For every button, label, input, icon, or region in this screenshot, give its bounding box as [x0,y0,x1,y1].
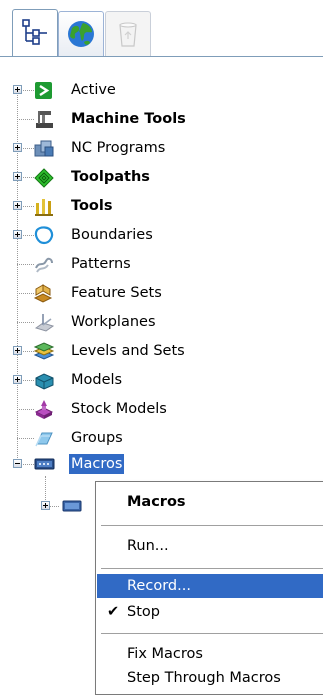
tree-item-label: Macros [69,454,125,474]
macro-folder-icon [62,500,82,512]
tree-item-groups[interactable]: Groups [0,426,323,452]
menu-separator [101,568,323,569]
stock-models-icon [34,400,54,419]
tree-item-label: Groups [71,430,123,446]
groups-icon [35,432,53,447]
tree-item-machine-tools[interactable]: Machine Tools [0,107,323,133]
tools-icon [35,199,53,216]
menu-item-label: Stop [127,604,160,620]
tab-recycle-bin[interactable] [105,11,151,56]
boundaries-icon [34,226,54,245]
tab-globe[interactable] [58,11,104,56]
tree-item-levels-and-sets[interactable]: Levels and Sets [0,339,323,365]
expand-icon[interactable] [13,230,22,239]
recycle-bin-icon [119,22,137,47]
collapse-icon[interactable] [13,459,22,468]
patterns-icon [35,257,53,273]
menu-item-stop[interactable]: ✔ Stop [97,600,323,624]
tree-item-label: Feature Sets [71,285,162,301]
tree-item-workplanes[interactable]: Workplanes [0,310,323,336]
expand-icon[interactable] [13,85,22,94]
tree-item-label: Tools [71,198,113,214]
expand-icon[interactable] [13,143,22,152]
levels-sets-icon [33,342,55,360]
workplanes-icon [34,314,55,332]
expand-icon[interactable] [13,172,22,181]
macros-icon [34,458,55,470]
menu-item-step-through-macros[interactable]: Step Through Macros [97,666,323,690]
expand-icon[interactable] [13,346,22,355]
tree-item-label: NC Programs [71,140,166,156]
tree-item-patterns[interactable]: Patterns [0,252,323,278]
tree-item-label: Levels and Sets [71,343,185,359]
models-icon [35,373,54,390]
menu-item-run[interactable]: Run... [97,534,323,558]
expand-icon[interactable] [13,201,22,210]
tree-item-label: Toolpaths [71,169,150,185]
tree-item-label: Models [71,372,123,388]
menu-item-fix-macros[interactable]: Fix Macros [97,642,323,666]
expand-icon[interactable] [13,375,22,384]
feature-sets-icon [33,284,53,303]
tree-item-models[interactable]: Models [0,368,323,394]
menu-separator [101,633,323,634]
active-arrow-icon [35,82,52,99]
machine-tool-icon [36,111,53,128]
expand-icon[interactable] [41,501,50,510]
menu-item-record[interactable]: Record... [97,574,323,598]
tab-strip-divider [0,56,323,57]
globe-icon [68,21,94,47]
tree-item-label: Workplanes [71,314,156,330]
context-menu: Macros Run... Record... ✔ Stop Fix Macro… [95,481,323,695]
tree-item-boundaries[interactable]: Boundaries [0,223,323,249]
tree-item-macros[interactable]: Macros [0,452,323,478]
tree-icon [22,19,47,45]
explorer-tab-strip [0,0,323,66]
tab-explorer[interactable] [12,9,58,56]
tree-item-active[interactable]: Active [0,78,323,104]
tree-item-label: Patterns [71,256,131,272]
toolpaths-icon [34,168,54,188]
menu-separator [101,525,323,526]
tree-item-feature-sets[interactable]: Feature Sets [0,281,323,307]
tree-item-toolpaths[interactable]: Toolpaths [0,165,323,191]
tree-item-nc-programs[interactable]: NC Programs [0,136,323,162]
tree-item-label: Machine Tools [71,111,186,127]
tree-item-stock-models[interactable]: Stock Models [0,397,323,423]
tree-item-label: Boundaries [71,227,153,243]
menu-title: Macros [127,494,186,510]
nc-programs-icon [34,140,54,157]
checkmark-icon: ✔ [107,604,120,620]
tree-item-tools[interactable]: Tools [0,194,323,220]
tree-item-label: Stock Models [71,401,167,417]
tree-item-label: Active [71,82,116,98]
